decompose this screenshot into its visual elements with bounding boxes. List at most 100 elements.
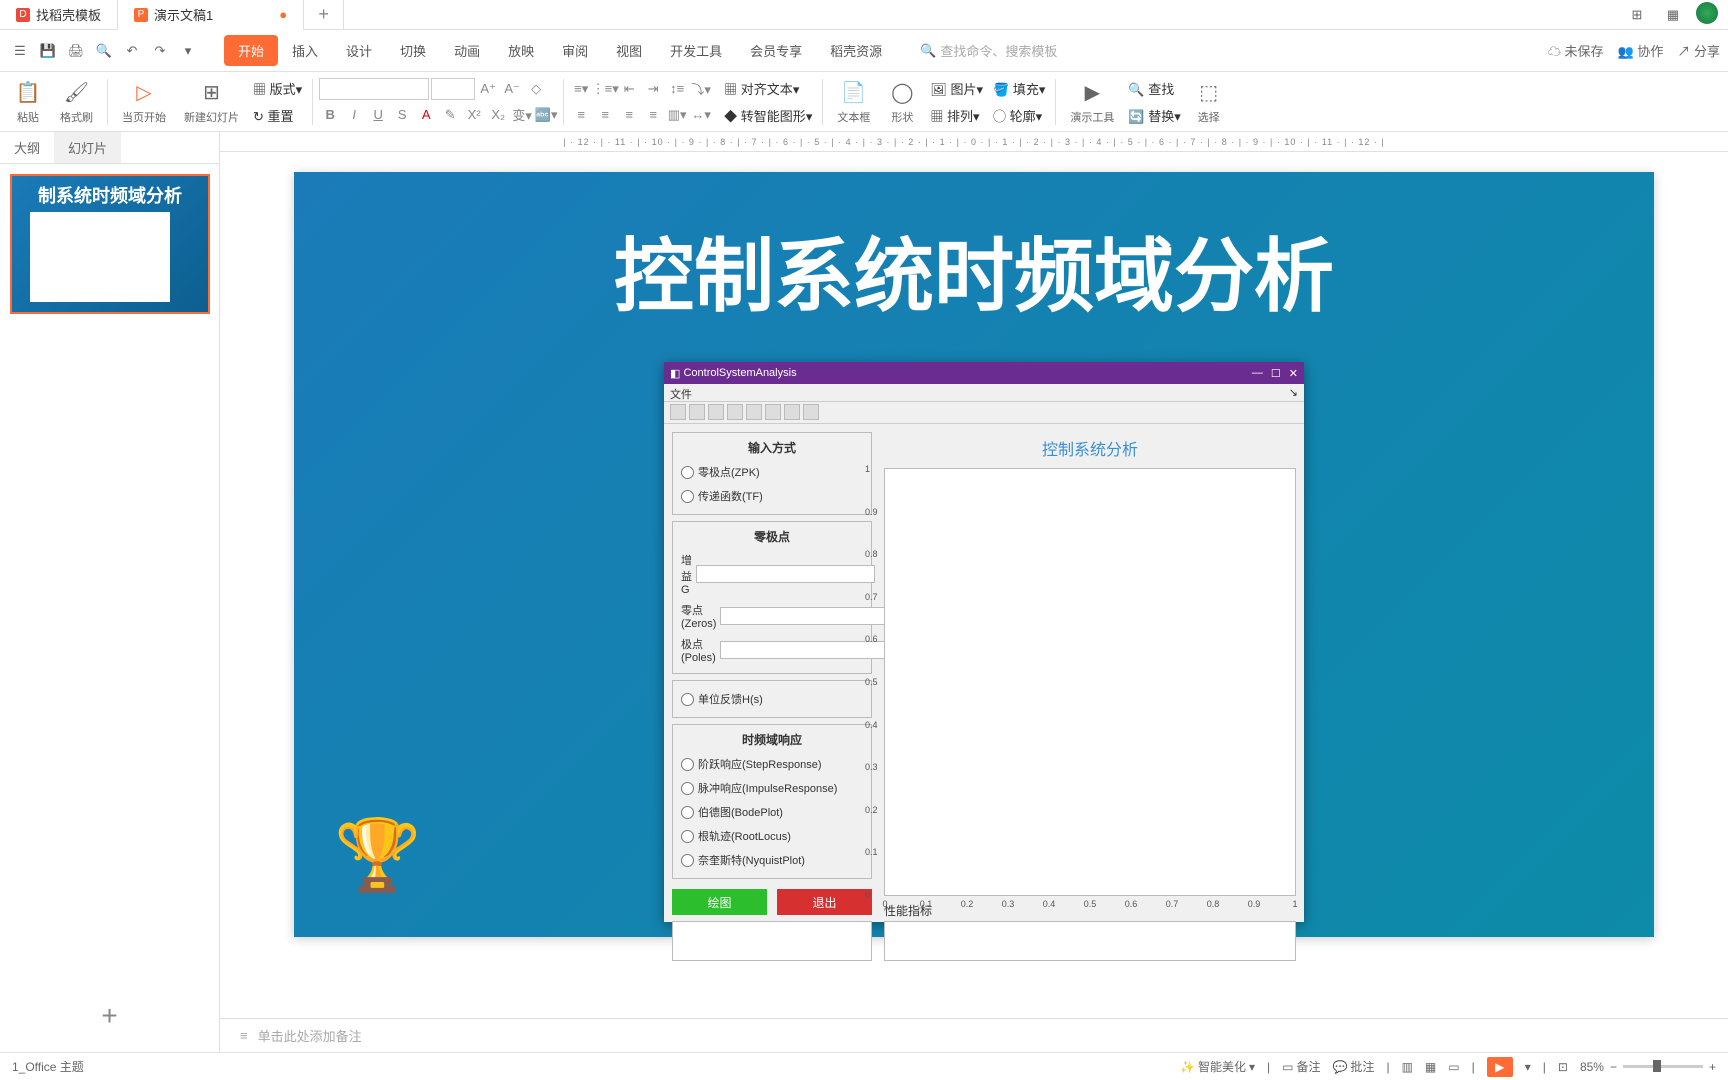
radio-step[interactable]: 阶跃响应(StepResponse) bbox=[679, 752, 865, 776]
zoom-label[interactable]: 85% bbox=[1580, 1060, 1604, 1074]
font-color-button[interactable]: A bbox=[415, 104, 437, 126]
align-text-button[interactable]: ▦ 对齐文本▾ bbox=[720, 77, 816, 100]
unsaved-button[interactable]: ☁ 未保存 bbox=[1548, 41, 1604, 60]
print-icon[interactable]: 🖨 bbox=[64, 39, 88, 63]
apps-icon[interactable]: ▦ bbox=[1660, 2, 1686, 28]
clear-fmt-icon[interactable]: ◇ bbox=[525, 78, 547, 100]
tab-dev[interactable]: 开发工具 bbox=[656, 35, 736, 66]
fill-button[interactable]: 🪣 填充▾ bbox=[989, 77, 1049, 100]
coop-button[interactable]: 👥 协作 bbox=[1618, 41, 1664, 60]
notes-toggle[interactable]: ▭ 备注 bbox=[1282, 1058, 1320, 1075]
inc-font-icon[interactable]: A⁺ bbox=[477, 78, 499, 100]
menu-icon[interactable]: ☰ bbox=[8, 39, 32, 63]
dedent-button[interactable]: ⇤ bbox=[618, 78, 640, 100]
zoom-in-button[interactable]: + bbox=[1709, 1060, 1716, 1074]
layout-icon[interactable]: ⊞ bbox=[1624, 2, 1650, 28]
align-center-button[interactable]: ≡ bbox=[594, 104, 616, 126]
tool-8[interactable] bbox=[803, 404, 819, 420]
tab-docer[interactable]: 稻壳资源 bbox=[816, 35, 896, 66]
select-button[interactable]: ⬚选择 bbox=[1187, 77, 1231, 127]
indent-button[interactable]: ⇥ bbox=[642, 78, 664, 100]
format-painter-button[interactable]: 🖌格式刷 bbox=[52, 77, 101, 127]
radio-bode[interactable]: 伯德图(BodePlot) bbox=[679, 800, 865, 824]
highlight-button[interactable]: ✎ bbox=[439, 104, 461, 126]
outline-button[interactable]: ◯ 轮廓▾ bbox=[989, 104, 1049, 127]
italic-button[interactable]: I bbox=[343, 104, 365, 126]
gain-input[interactable] bbox=[696, 565, 875, 583]
minimize-icon[interactable]: — bbox=[1252, 367, 1263, 380]
shape-button[interactable]: ◯形状 bbox=[880, 77, 924, 127]
tool-6[interactable] bbox=[765, 404, 781, 420]
char-button[interactable]: 🔤▾ bbox=[535, 104, 557, 126]
textdir-button[interactable]: ⤵▾ bbox=[690, 78, 712, 100]
view-sorter-icon[interactable]: ▦ bbox=[1425, 1060, 1436, 1074]
tab-design[interactable]: 设计 bbox=[332, 35, 386, 66]
tab-animation[interactable]: 动画 bbox=[440, 35, 494, 66]
font-size-select[interactable] bbox=[431, 78, 475, 100]
align-justify-button[interactable]: ≡ bbox=[642, 104, 664, 126]
paste-button[interactable]: 📋粘贴 bbox=[6, 77, 50, 127]
find-button[interactable]: 🔍 查找 bbox=[1124, 77, 1184, 100]
zeros-input[interactable] bbox=[720, 607, 899, 625]
tools-button[interactable]: ▶演示工具 bbox=[1062, 77, 1122, 127]
radio-impulse[interactable]: 脉冲响应(ImpulseResponse) bbox=[679, 776, 865, 800]
tool-2[interactable] bbox=[689, 404, 705, 420]
tool-1[interactable] bbox=[670, 404, 686, 420]
close-icon[interactable]: ✕ bbox=[1289, 367, 1298, 380]
search-box[interactable]: 🔍 查找命令、搜索模板 bbox=[920, 41, 1057, 60]
save-icon[interactable]: 💾 bbox=[36, 39, 60, 63]
undo-icon[interactable]: ↶ bbox=[120, 39, 144, 63]
menu-dropdown-icon[interactable]: ↘ bbox=[1289, 386, 1298, 399]
tab-templates[interactable]: D 找稻壳模板 bbox=[0, 0, 118, 30]
underline-button[interactable]: U bbox=[367, 104, 389, 126]
radio-tf[interactable]: 传递函数(TF) bbox=[679, 484, 865, 508]
tab-vip[interactable]: 会员专享 bbox=[736, 35, 816, 66]
draw-button[interactable]: 绘图 bbox=[672, 889, 767, 915]
tab-transition[interactable]: 切换 bbox=[386, 35, 440, 66]
beautify-button[interactable]: ✨ 智能美化▾ bbox=[1180, 1058, 1255, 1075]
phonetic-button[interactable]: 变▾ bbox=[511, 104, 533, 126]
maximize-icon[interactable]: ☐ bbox=[1271, 367, 1281, 380]
tab-start[interactable]: 开始 bbox=[224, 35, 278, 66]
tab-document[interactable]: P 演示文稿1 ● bbox=[118, 0, 304, 30]
fit-icon[interactable]: ⊡ bbox=[1558, 1060, 1568, 1074]
replace-button[interactable]: 🔄 替换▾ bbox=[1124, 104, 1184, 127]
start-slide-button[interactable]: ▷当页开始 bbox=[114, 77, 174, 127]
dropdown-icon[interactable]: ▾ bbox=[176, 39, 200, 63]
tab-insert[interactable]: 插入 bbox=[278, 35, 332, 66]
comments-toggle[interactable]: 💬 批注 bbox=[1332, 1058, 1374, 1075]
strike-button[interactable]: S bbox=[391, 104, 413, 126]
reset-button[interactable]: ↻ 重置 bbox=[249, 104, 306, 127]
spacing-button[interactable]: ↔▾ bbox=[690, 104, 712, 126]
tab-review[interactable]: 审阅 bbox=[548, 35, 602, 66]
numbers-button[interactable]: ⋮≡▾ bbox=[594, 78, 616, 100]
exit-button[interactable]: 退出 bbox=[777, 889, 872, 915]
font-select[interactable] bbox=[319, 78, 429, 100]
add-slide-button[interactable]: + bbox=[0, 980, 219, 1052]
tool-4[interactable] bbox=[727, 404, 743, 420]
radio-zpk[interactable]: 零极点(ZPK) bbox=[679, 460, 865, 484]
textbox-button[interactable]: 📄文本框 bbox=[829, 77, 878, 127]
dec-font-icon[interactable]: A⁻ bbox=[501, 78, 523, 100]
smart-art-button[interactable]: ◆ 转智能图形▾ bbox=[720, 104, 816, 127]
preview-icon[interactable]: 🔍 bbox=[92, 39, 116, 63]
tool-3[interactable] bbox=[708, 404, 724, 420]
sup-button[interactable]: X² bbox=[463, 104, 485, 126]
layout-button[interactable]: ▦ 版式▾ bbox=[249, 77, 306, 100]
columns-button[interactable]: ▥▾ bbox=[666, 104, 688, 126]
menu-file[interactable]: 文件 bbox=[670, 386, 692, 399]
radio-unit[interactable]: 单位反馈H(s) bbox=[679, 687, 865, 711]
tool-7[interactable] bbox=[784, 404, 800, 420]
view-reading-icon[interactable]: ▭ bbox=[1448, 1060, 1459, 1074]
share-button[interactable]: ↗ 分享 bbox=[1677, 41, 1720, 60]
slides-tab[interactable]: 幻灯片 bbox=[54, 132, 121, 163]
arrange-button[interactable]: ▦ 排列▾ bbox=[926, 104, 987, 127]
sub-button[interactable]: X₂ bbox=[487, 104, 509, 126]
align-left-button[interactable]: ≡ bbox=[570, 104, 592, 126]
bold-button[interactable]: B bbox=[319, 104, 341, 126]
radio-root[interactable]: 根轨迹(RootLocus) bbox=[679, 824, 865, 848]
align-right-button[interactable]: ≡ bbox=[618, 104, 640, 126]
new-slide-button[interactable]: ⊞新建幻灯片 bbox=[176, 77, 247, 127]
zoom-slider[interactable] bbox=[1623, 1065, 1703, 1068]
slide-canvas[interactable]: 控制系统时频域分析 🏆 ◧ ControlSystemAnalysis — ☐ … bbox=[294, 172, 1654, 937]
